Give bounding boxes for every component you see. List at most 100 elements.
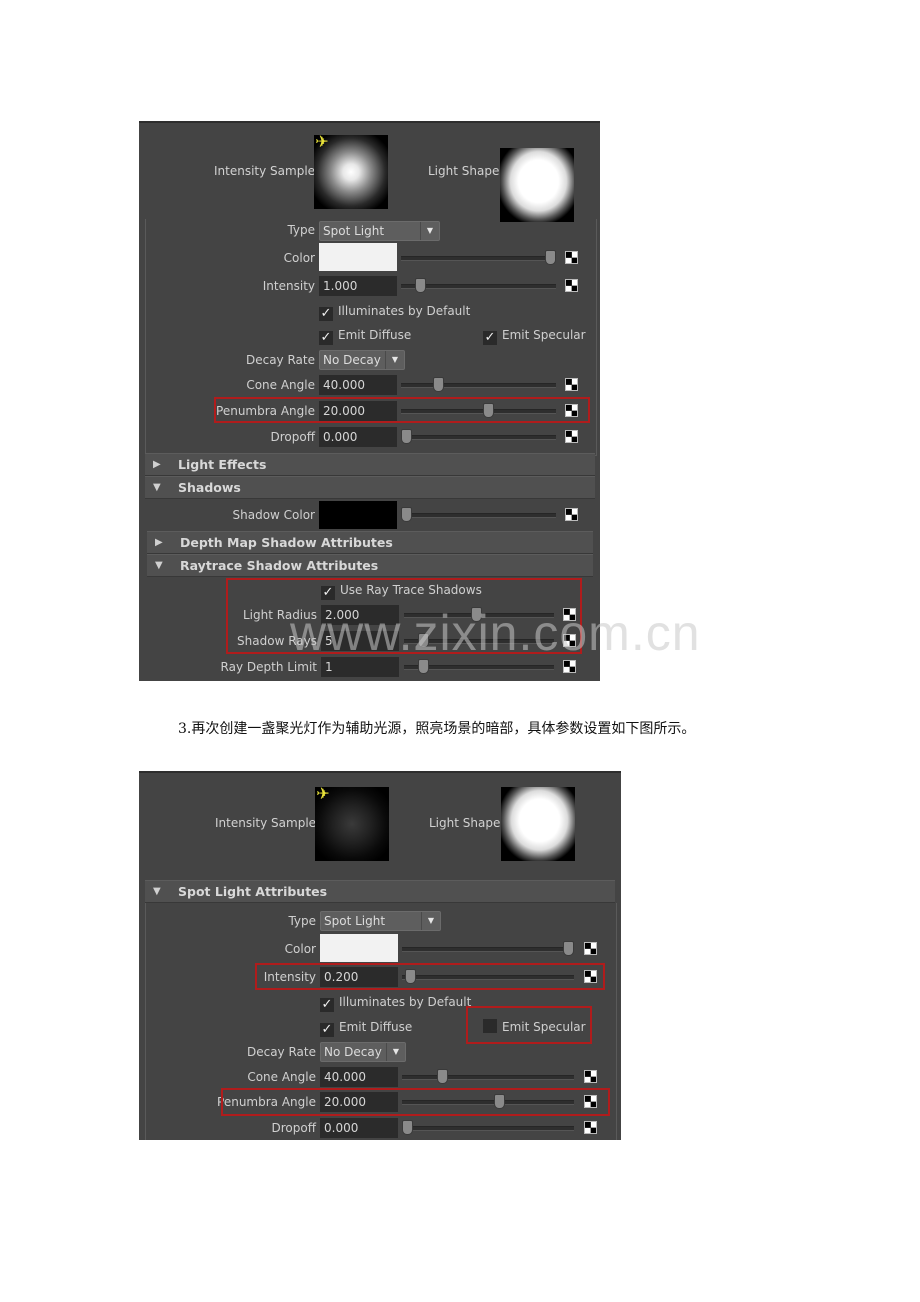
color-slider-thumb[interactable]	[563, 941, 574, 956]
light-shape-label: Light Shape	[428, 164, 500, 178]
swatch-row: Intensity Sample ✈ Light Shape	[139, 123, 600, 223]
cone-angle-slider-track[interactable]	[401, 383, 556, 388]
chevron-down-icon: ▼	[386, 1043, 405, 1061]
decay-rate-value: No Decay	[324, 1045, 382, 1059]
cone-angle-label: Cone Angle	[246, 378, 315, 392]
section-shadows[interactable]: ▼ Shadows	[145, 476, 595, 499]
ray-depth-limit-label: Ray Depth Limit	[220, 660, 317, 674]
emit-specular-checkbox[interactable]: ✓ Emit Specular	[483, 326, 586, 345]
intensity-sample-label: Intensity Sample	[215, 816, 317, 830]
dropoff-field[interactable]: 0.000	[320, 1118, 398, 1138]
attribute-editor-panel-2: Intensity Sample ✈ Light Shape ▼ Spot Li…	[139, 771, 621, 1140]
section-title: Spot Light Attributes	[178, 884, 328, 899]
section-raytrace-shadow-attributes[interactable]: ▼ Raytrace Shadow Attributes	[147, 554, 593, 577]
color-label: Color	[283, 251, 315, 265]
checkmark-icon: ✓	[320, 1022, 334, 1037]
cone-angle-slider-thumb[interactable]	[432, 377, 444, 392]
type-value: Spot Light	[323, 224, 385, 238]
triangle-down-icon: ▼	[153, 482, 161, 493]
cone-angle-field[interactable]: 40.000	[319, 375, 397, 395]
type-label: Type	[287, 223, 315, 237]
emit-diffuse-label: Emit Diffuse	[339, 1020, 413, 1034]
color-swatch-field[interactable]	[320, 934, 398, 962]
illuminates-by-default-label: Illuminates by Default	[338, 304, 471, 318]
dropoff-map-button[interactable]	[584, 1121, 597, 1134]
dropoff-slider-thumb[interactable]	[402, 1120, 413, 1135]
dropoff-label: Dropoff	[270, 430, 315, 444]
checkmark-icon: ✓	[319, 306, 333, 321]
section-title: Light Effects	[178, 457, 267, 472]
chevron-down-icon: ▼	[421, 912, 440, 930]
color-map-button[interactable]	[584, 942, 597, 955]
shadow-color-slider-thumb[interactable]	[401, 507, 412, 522]
swatch-row: Intensity Sample ✈ Light Shape	[139, 773, 621, 873]
shadow-color-label: Shadow Color	[232, 508, 316, 522]
triangle-down-icon: ▼	[155, 560, 163, 571]
cone-angle-slider-thumb[interactable]	[437, 1069, 449, 1084]
intensity-map-button[interactable]	[565, 279, 578, 292]
cone-angle-slider-track[interactable]	[402, 1075, 574, 1080]
triangle-right-icon: ▶	[153, 459, 161, 470]
section-spot-light-attributes[interactable]: ▼ Spot Light Attributes	[145, 880, 615, 903]
color-slider-track[interactable]	[401, 256, 556, 261]
dropoff-slider-track[interactable]	[402, 1126, 574, 1131]
section-depth-map-shadow-attributes[interactable]: ▶ Depth Map Shadow Attributes	[147, 531, 593, 554]
ray-depth-limit-field[interactable]: 1	[321, 657, 399, 677]
light-shape-swatch	[501, 787, 575, 861]
type-dropdown[interactable]: Spot Light ▼	[320, 911, 441, 931]
triangle-right-icon: ▶	[155, 537, 163, 548]
spotlight-icon: ✈	[316, 784, 330, 803]
shadow-color-slider-track[interactable]	[401, 513, 556, 518]
color-swatch-field[interactable]	[319, 243, 397, 271]
checkmark-icon: ✓	[319, 330, 333, 345]
illuminates-by-default-checkbox[interactable]: ✓ Illuminates by Default	[319, 302, 471, 321]
intensity-field[interactable]: 1.000	[319, 276, 397, 296]
color-map-button[interactable]	[565, 251, 578, 264]
decay-rate-label: Decay Rate	[246, 1045, 316, 1059]
illuminates-by-default-checkbox[interactable]: ✓ Illuminates by Default	[320, 993, 472, 1012]
intensity-slider-thumb[interactable]	[415, 278, 427, 293]
emit-diffuse-label: Emit Diffuse	[338, 328, 412, 342]
attribute-editor-panel-1: Intensity Sample ✈ Light Shape Type Spot…	[139, 121, 600, 681]
section-title: Depth Map Shadow Attributes	[180, 535, 393, 550]
chevron-down-icon: ▼	[420, 222, 439, 240]
decay-rate-label: Decay Rate	[245, 353, 315, 367]
type-label: Type	[288, 914, 316, 928]
ray-depth-limit-map-button[interactable]	[563, 660, 576, 673]
spotlight-icon: ✈	[315, 132, 329, 151]
light-shape-label: Light Shape	[429, 816, 501, 830]
cone-angle-map-button[interactable]	[565, 378, 578, 391]
cone-angle-field[interactable]: 40.000	[320, 1067, 398, 1087]
color-label: Color	[284, 942, 316, 956]
section-title: Raytrace Shadow Attributes	[180, 558, 379, 573]
shadow-color-map-button[interactable]	[565, 508, 578, 521]
dropoff-slider-thumb[interactable]	[401, 429, 412, 444]
illuminates-by-default-label: Illuminates by Default	[339, 995, 472, 1009]
dropoff-field[interactable]: 0.000	[319, 427, 397, 447]
decay-rate-value: No Decay	[323, 353, 381, 367]
intensity-sample-label: Intensity Sample	[214, 164, 316, 178]
emit-specular-label: Emit Specular	[502, 328, 586, 342]
decay-rate-dropdown[interactable]: No Decay ▼	[319, 350, 405, 370]
type-value: Spot Light	[324, 914, 386, 928]
caption-text: 3.再次创建一盏聚光灯作为辅助光源，照亮场景的暗部，具体参数设置如下图所示。	[178, 721, 696, 737]
section-title: Shadows	[178, 480, 241, 495]
highlight-box	[214, 397, 590, 423]
dropoff-slider-track[interactable]	[401, 435, 556, 440]
section-light-effects[interactable]: ▶ Light Effects	[145, 453, 595, 476]
dropoff-map-button[interactable]	[565, 430, 578, 443]
dropoff-label: Dropoff	[271, 1121, 316, 1135]
type-dropdown[interactable]: Spot Light ▼	[319, 221, 440, 241]
cone-angle-map-button[interactable]	[584, 1070, 597, 1083]
chevron-down-icon: ▼	[385, 351, 404, 369]
color-slider-track[interactable]	[402, 947, 574, 952]
ray-depth-limit-slider-thumb[interactable]	[417, 659, 429, 674]
emit-diffuse-checkbox[interactable]: ✓ Emit Diffuse	[320, 1018, 413, 1037]
decay-rate-dropdown[interactable]: No Decay ▼	[320, 1042, 406, 1062]
light-shape-swatch	[500, 148, 574, 222]
highlight-box	[226, 578, 582, 654]
color-slider-thumb[interactable]	[545, 250, 556, 265]
triangle-down-icon: ▼	[153, 886, 161, 897]
emit-diffuse-checkbox[interactable]: ✓ Emit Diffuse	[319, 326, 412, 345]
shadow-color-swatch-field[interactable]	[319, 501, 397, 529]
